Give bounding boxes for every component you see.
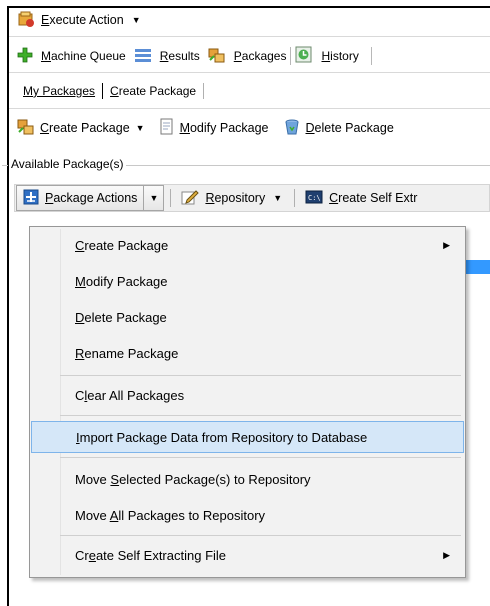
divider	[9, 36, 490, 37]
package-action-toolbar: Package Actions ▼ Repository ▼ C:\ Creat…	[14, 184, 490, 212]
history-icon	[295, 46, 313, 67]
nav-machine-queue[interactable]: Machine Queue	[17, 47, 126, 66]
package-actions-dropdown[interactable]: ▼	[144, 185, 165, 211]
menu-separator	[60, 375, 461, 376]
context-menu: Create Package ▶ Modify Package Delete P…	[29, 226, 466, 578]
divider	[294, 189, 296, 207]
svg-text:C:\: C:\	[308, 194, 321, 202]
submenu-arrow-icon: ▶	[443, 549, 450, 560]
chevron-down-icon[interactable]: ▼	[136, 123, 145, 133]
nav-history[interactable]: History	[295, 46, 359, 67]
tab-my-packages[interactable]: My Packages	[23, 84, 95, 98]
divider	[102, 83, 104, 99]
plus-icon	[17, 47, 33, 66]
repository-button[interactable]: Repository ▼	[181, 189, 282, 208]
execute-action-bar: Execute Action ▼	[9, 8, 490, 32]
menu-item-move-selected-to-repository[interactable]: Move Selected Package(s) to Repository	[31, 463, 464, 495]
menu-separator	[60, 535, 461, 536]
submenu-arrow-icon: ▶	[443, 239, 450, 250]
divider	[203, 83, 205, 99]
create-package-icon	[17, 118, 35, 139]
delete-package-button[interactable]: Delete Package	[283, 118, 394, 139]
divider	[2, 165, 8, 166]
menu-item-rename-package[interactable]: Rename Package	[31, 337, 464, 369]
package-actions-button[interactable]: Package Actions	[16, 185, 145, 211]
console-icon: C:\	[305, 189, 323, 208]
create-self-extracting-button[interactable]: C:\ Create Self Extr	[305, 189, 417, 208]
recycle-bin-icon	[283, 118, 301, 139]
pencil-icon	[181, 189, 200, 208]
divider	[170, 189, 172, 207]
divider	[125, 165, 490, 166]
modify-package-icon	[159, 118, 175, 139]
nav-packages[interactable]: Packages	[208, 46, 286, 67]
menu-item-clear-all-packages[interactable]: Clear All Packages	[31, 379, 464, 411]
package-actions-icon	[23, 189, 39, 208]
menu-item-import-package-data[interactable]: Import Package Data from Repository to D…	[31, 421, 464, 453]
package-toolbar: Create Package ▼ Modify Package Delete P…	[9, 116, 490, 140]
tab-create-package[interactable]: Create Package	[110, 84, 196, 98]
sub-tabs: My Packages Create Package	[9, 78, 490, 104]
menu-item-modify-package[interactable]: Modify Package	[31, 265, 464, 297]
divider	[370, 47, 372, 65]
menu-item-move-all-to-repository[interactable]: Move All Packages to Repository	[31, 499, 464, 531]
group-title: Available Package(s)	[9, 157, 126, 171]
divider	[9, 72, 490, 73]
packages-icon	[208, 46, 226, 67]
modify-package-button[interactable]: Modify Package	[159, 118, 269, 139]
chevron-down-icon: ▼	[149, 193, 159, 203]
menu-item-create-package[interactable]: Create Package ▶	[31, 229, 464, 261]
menu-item-create-self-extracting-file[interactable]: Create Self Extracting File ▶	[31, 539, 464, 571]
execute-icon	[17, 10, 35, 31]
create-package-button[interactable]: Create Package ▼	[17, 118, 145, 139]
menu-item-delete-package[interactable]: Delete Package	[31, 301, 464, 333]
chevron-down-icon[interactable]: ▼	[273, 193, 282, 203]
divider	[290, 47, 292, 65]
divider	[9, 108, 490, 109]
nav-results[interactable]: Results	[134, 47, 200, 66]
execute-action-button[interactable]: Execute Action	[41, 13, 124, 27]
menu-separator	[60, 415, 461, 416]
chevron-down-icon[interactable]: ▼	[132, 15, 141, 25]
main-nav: Machine Queue Results Packages History	[9, 44, 490, 68]
menu-separator	[60, 457, 461, 458]
results-icon	[134, 47, 152, 66]
